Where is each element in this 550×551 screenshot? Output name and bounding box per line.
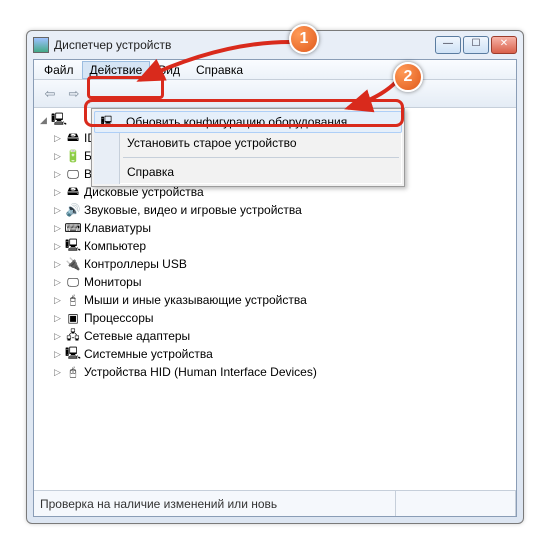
category-icon: 🖰	[65, 364, 81, 380]
callout-2: 2	[393, 62, 423, 92]
expander-icon[interactable]: ▷	[52, 259, 63, 270]
callout-1: 1	[289, 24, 319, 54]
category-icon: 🖧	[65, 328, 81, 344]
expander-icon[interactable]: ▷	[52, 367, 63, 378]
expander-icon[interactable]: ▷	[52, 277, 63, 288]
menu-help[interactable]: Справка	[188, 61, 251, 79]
expander-icon[interactable]: ▷	[52, 223, 63, 234]
tree-node-label: Дисковые устройства	[84, 185, 204, 199]
menu-dropdown-help[interactable]: Справка	[95, 161, 401, 183]
tree-node[interactable]: ▷🖯Мыши и иные указывающие устройства	[52, 291, 512, 309]
tree-node[interactable]: ▷⌨Клавиатуры	[52, 219, 512, 237]
menu-legacy-label: Установить старое устройство	[127, 136, 297, 150]
tree-node-label: Сетевые адаптеры	[84, 329, 190, 343]
back-button[interactable]: ⇦	[38, 83, 62, 105]
menu-help-label: Справка	[127, 165, 174, 179]
category-icon: 🔌	[65, 256, 81, 272]
category-icon: 🔊	[65, 202, 81, 218]
expander-icon[interactable]: ▷	[52, 151, 63, 162]
status-text: Проверка на наличие изменений или новь	[34, 491, 396, 516]
category-icon: 🖯	[65, 292, 81, 308]
close-button[interactable]: ✕	[491, 36, 517, 54]
app-icon	[33, 37, 49, 53]
tree-node-label: Процессоры	[84, 311, 154, 325]
menu-add-legacy[interactable]: Установить старое устройство	[95, 132, 401, 154]
tree-node[interactable]: ▷🖰Устройства HID (Human Interface Device…	[52, 363, 512, 381]
titlebar[interactable]: Диспетчер устройств — ☐ ✕	[27, 31, 523, 59]
expander-icon[interactable]: ▷	[52, 331, 63, 342]
window-controls: — ☐ ✕	[435, 36, 517, 54]
category-icon: 🖴	[65, 184, 81, 200]
action-dropdown: 🖳 Обновить конфигурацию оборудования Уст…	[91, 108, 405, 187]
minimize-button[interactable]: —	[435, 36, 461, 54]
category-icon: ▣	[65, 310, 81, 326]
menu-action[interactable]: Действие	[82, 61, 151, 79]
tree-node-label: Устройства HID (Human Interface Devices)	[84, 365, 317, 379]
tree-node-label: Контроллеры USB	[84, 257, 187, 271]
status-cell-2	[396, 491, 516, 516]
tree-node[interactable]: ▷🔌Контроллеры USB	[52, 255, 512, 273]
category-icon: 🖳	[65, 238, 81, 254]
expander-icon[interactable]: ▷	[52, 349, 63, 360]
category-icon: 🔋	[65, 148, 81, 164]
expander-icon[interactable]: ◢	[38, 115, 49, 126]
toolbar: ⇦ ⇨	[34, 80, 516, 108]
tree-node-label: Звуковые, видео и игровые устройства	[84, 203, 302, 217]
expander-icon[interactable]: ▷	[52, 205, 63, 216]
expander-icon[interactable]: ▷	[52, 313, 63, 324]
tree-node[interactable]: ▷▣Процессоры	[52, 309, 512, 327]
maximize-button[interactable]: ☐	[463, 36, 489, 54]
tree-node[interactable]: ▷🖵Мониторы	[52, 273, 512, 291]
computer-icon: 🖳	[51, 112, 67, 128]
menu-file[interactable]: Файл	[36, 61, 82, 79]
tree-node-label: Компьютер	[84, 239, 146, 253]
forward-button[interactable]: ⇨	[62, 83, 86, 105]
tree-node-label: Системные устройства	[84, 347, 213, 361]
dropdown-separator	[123, 157, 399, 158]
client-area: Файл Действие Вид Справка ⇦ ⇨ ◢ 🖳 ▷🖴IDE …	[33, 59, 517, 517]
expander-icon[interactable]: ▷	[52, 241, 63, 252]
expander-icon[interactable]: ▷	[52, 133, 63, 144]
category-icon: 🖵	[65, 274, 81, 290]
tree-node-label: Мониторы	[84, 275, 141, 289]
category-icon: ⌨	[65, 220, 81, 236]
tree-node[interactable]: ▷🖧Сетевые адаптеры	[52, 327, 512, 345]
expander-icon[interactable]: ▷	[52, 187, 63, 198]
statusbar: Проверка на наличие изменений или новь	[34, 490, 516, 516]
expander-icon[interactable]: ▷	[52, 169, 63, 180]
category-icon: 🖵	[65, 166, 81, 182]
category-icon: 🖳	[65, 346, 81, 362]
toolbar-separator	[89, 84, 90, 104]
window-frame: Диспетчер устройств — ☐ ✕ Файл Действие …	[26, 30, 524, 524]
tree-node[interactable]: ▷🖳Системные устройства	[52, 345, 512, 363]
scan-icon: 🖳	[100, 114, 116, 130]
menu-scan-hardware[interactable]: 🖳 Обновить конфигурацию оборудования	[94, 111, 402, 133]
menu-view[interactable]: Вид	[150, 61, 188, 79]
category-icon: 🖴	[65, 130, 81, 146]
tree-node[interactable]: ▷🔊Звуковые, видео и игровые устройства	[52, 201, 512, 219]
window-title: Диспетчер устройств	[54, 38, 435, 52]
expander-icon[interactable]: ▷	[52, 295, 63, 306]
tree-node-label: Мыши и иные указывающие устройства	[84, 293, 307, 307]
tree-node-label: Клавиатуры	[84, 221, 151, 235]
menubar: Файл Действие Вид Справка	[34, 60, 516, 80]
tree-node[interactable]: ▷🖳Компьютер	[52, 237, 512, 255]
menu-scan-label: Обновить конфигурацию оборудования	[126, 115, 347, 129]
